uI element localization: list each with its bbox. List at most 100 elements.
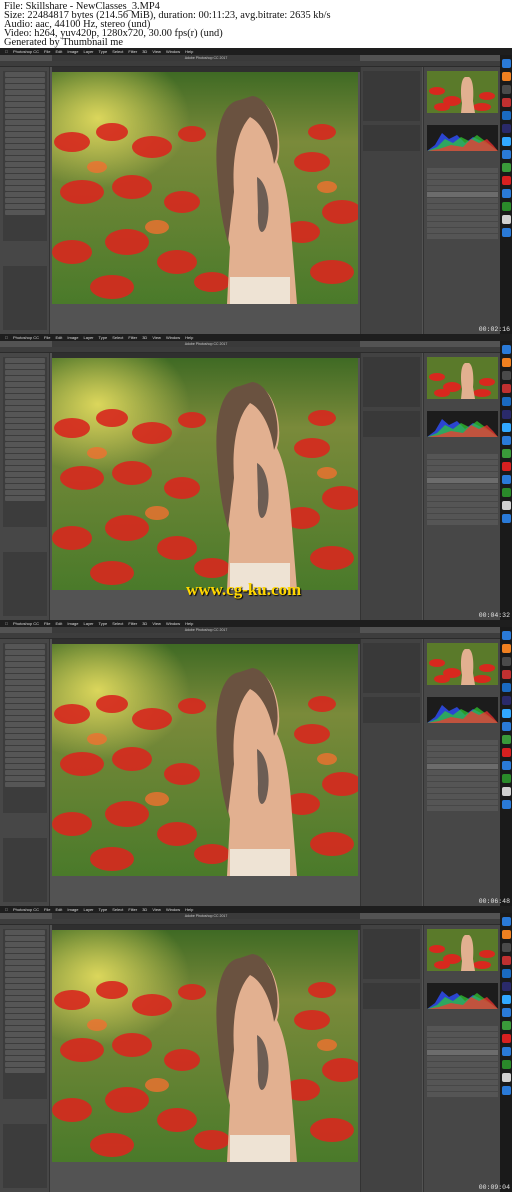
dock-app-icon[interactable] [501,215,511,224]
history-state[interactable] [5,132,45,137]
dock-app-icon[interactable] [501,124,511,133]
history-state[interactable] [5,156,45,161]
history-state[interactable] [5,662,45,667]
dock-app-icon[interactable] [501,397,511,406]
history-state[interactable] [5,478,45,483]
menu-item[interactable]: Edit [55,335,62,340]
layer-row[interactable] [427,216,498,221]
dock-app-icon[interactable] [501,657,511,666]
menu-item[interactable]: Edit [55,621,62,626]
history-state[interactable] [5,1044,45,1049]
layer-row[interactable] [427,478,498,483]
dock-app-icon[interactable] [501,501,511,510]
history-state[interactable] [5,430,45,435]
history-state[interactable] [5,984,45,989]
history-state[interactable] [5,364,45,369]
history-state[interactable] [5,412,45,417]
app-name[interactable]: Photoshop CC [13,907,39,912]
history-state[interactable] [5,1020,45,1025]
layer-row[interactable] [427,746,498,751]
menu-item[interactable]: View [152,621,161,626]
layer-row[interactable] [427,520,498,525]
history-state[interactable] [5,126,45,131]
dock-app-icon[interactable] [501,1060,511,1069]
history-state[interactable] [5,180,45,185]
layer-row[interactable] [427,234,498,239]
history-state[interactable] [5,734,45,739]
history-state[interactable] [5,740,45,745]
history-state[interactable] [5,204,45,209]
menu-item[interactable]: View [152,907,161,912]
layer-row[interactable] [427,1080,498,1085]
history-state[interactable] [5,168,45,173]
menu-item[interactable]: Layer [84,49,94,54]
layer-row[interactable] [427,1074,498,1079]
menu-item[interactable]: Window [166,49,180,54]
menu-item[interactable]: Type [99,907,108,912]
layer-row[interactable] [427,770,498,775]
history-state[interactable] [5,400,45,405]
history-state[interactable] [5,966,45,971]
dock-app-icon[interactable] [501,358,511,367]
dock-app-icon[interactable] [501,189,511,198]
dock-app-icon[interactable] [501,202,511,211]
menu-item[interactable]: Window [166,621,180,626]
history-state[interactable] [5,424,45,429]
history-state[interactable] [5,472,45,477]
layer-row[interactable] [427,460,498,465]
document-canvas[interactable] [52,72,358,304]
history-state[interactable] [5,454,45,459]
layer-row[interactable] [427,192,498,197]
history-state[interactable] [5,978,45,983]
layer-row[interactable] [427,1044,498,1049]
layer-row[interactable] [427,1038,498,1043]
menu-item[interactable]: Layer [84,907,94,912]
history-state[interactable] [5,782,45,787]
menu-item[interactable]: Help [185,907,193,912]
history-state[interactable] [5,942,45,947]
apple-icon[interactable]:  [5,335,8,340]
document-canvas[interactable] [52,644,358,876]
layer-row[interactable] [427,484,498,489]
layer-row[interactable] [427,1026,498,1031]
menu-item[interactable]: Image [67,907,78,912]
history-state[interactable] [5,770,45,775]
history-state[interactable] [5,1002,45,1007]
history-state[interactable] [5,144,45,149]
dock-app-icon[interactable] [501,462,511,471]
history-state[interactable] [5,186,45,191]
menu-item[interactable]: File [44,907,50,912]
history-state[interactable] [5,1014,45,1019]
history-state[interactable] [5,1026,45,1031]
history-state[interactable] [5,394,45,399]
history-state[interactable] [5,954,45,959]
history-state[interactable] [5,936,45,941]
dock-app-icon[interactable] [501,696,511,705]
history-state[interactable] [5,120,45,125]
dock-app-icon[interactable] [501,72,511,81]
menu-item[interactable]: Select [112,621,123,626]
dock-app-icon[interactable] [501,111,511,120]
history-state[interactable] [5,162,45,167]
layer-row[interactable] [427,186,498,191]
dock-app-icon[interactable] [501,1021,511,1030]
dock-app-icon[interactable] [501,995,511,1004]
history-state[interactable] [5,448,45,453]
history-state[interactable] [5,948,45,953]
layer-row[interactable] [427,776,498,781]
layer-row[interactable] [427,496,498,501]
dock-app-icon[interactable] [501,150,511,159]
history-state[interactable] [5,436,45,441]
history-state[interactable] [5,358,45,363]
history-state[interactable] [5,108,45,113]
history-state[interactable] [5,758,45,763]
layer-row[interactable] [427,198,498,203]
dock-app-icon[interactable] [501,137,511,146]
dock-app-icon[interactable] [501,774,511,783]
menu-item[interactable]: View [152,49,161,54]
dock-app-icon[interactable] [501,722,511,731]
menu-item[interactable]: Help [185,49,193,54]
history-state[interactable] [5,192,45,197]
adjustments-panel[interactable] [363,929,420,979]
history-state[interactable] [5,84,45,89]
